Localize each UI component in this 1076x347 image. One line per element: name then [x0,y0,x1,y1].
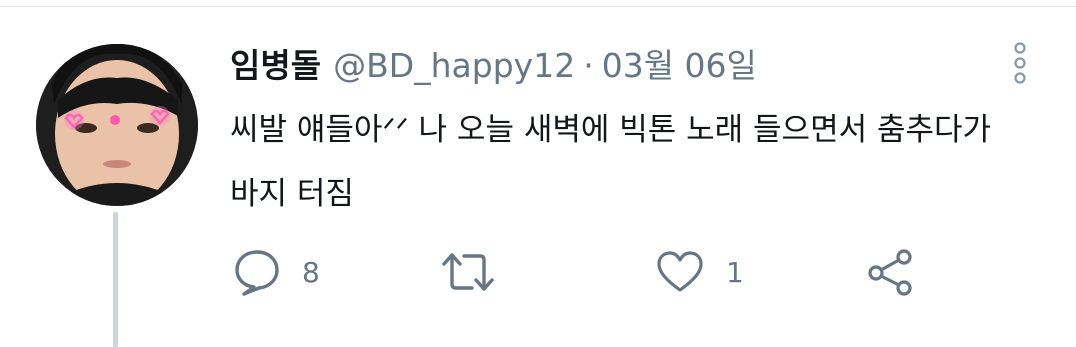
retweet-button[interactable] [440,244,518,300]
share-button[interactable] [866,244,914,300]
header-separator: · [583,46,594,85]
reply-bubble-icon [235,250,279,296]
tweet-date[interactable]: 03월 06일 [602,38,757,94]
avatar[interactable] [36,44,198,206]
share-icon [868,249,912,296]
tweet-actions: 8 1 [230,244,950,300]
more-vertical-icon [1014,42,1026,84]
tweet-text: 씨발 얘들아ᐟᐟ 나 오늘 새벽에 빅톤 노래 들으면서 춤추다가 바지 터짐 [230,112,992,212]
display-name[interactable]: 임병돌 [230,38,321,94]
like-count: 1 [726,255,744,289]
top-divider [0,6,1076,7]
reply-button[interactable]: 8 [234,244,320,300]
tweet-header: 임병돌 @BD_happy12 · 03월 06일 [230,38,1030,94]
user-handle[interactable]: @BD_happy12 [333,38,575,94]
retweet-icon [442,253,494,291]
tweet-body: 임병돌 @BD_happy12 · 03월 06일 씨발 얘들아ᐟᐟ 나 오늘 … [230,38,1030,226]
avatar-photo [36,44,198,206]
thread-connector-line [113,212,118,347]
reply-count: 8 [302,255,320,289]
heart-icon [657,251,703,292]
like-button[interactable]: 1 [656,244,744,300]
more-options-button[interactable] [1008,42,1032,84]
